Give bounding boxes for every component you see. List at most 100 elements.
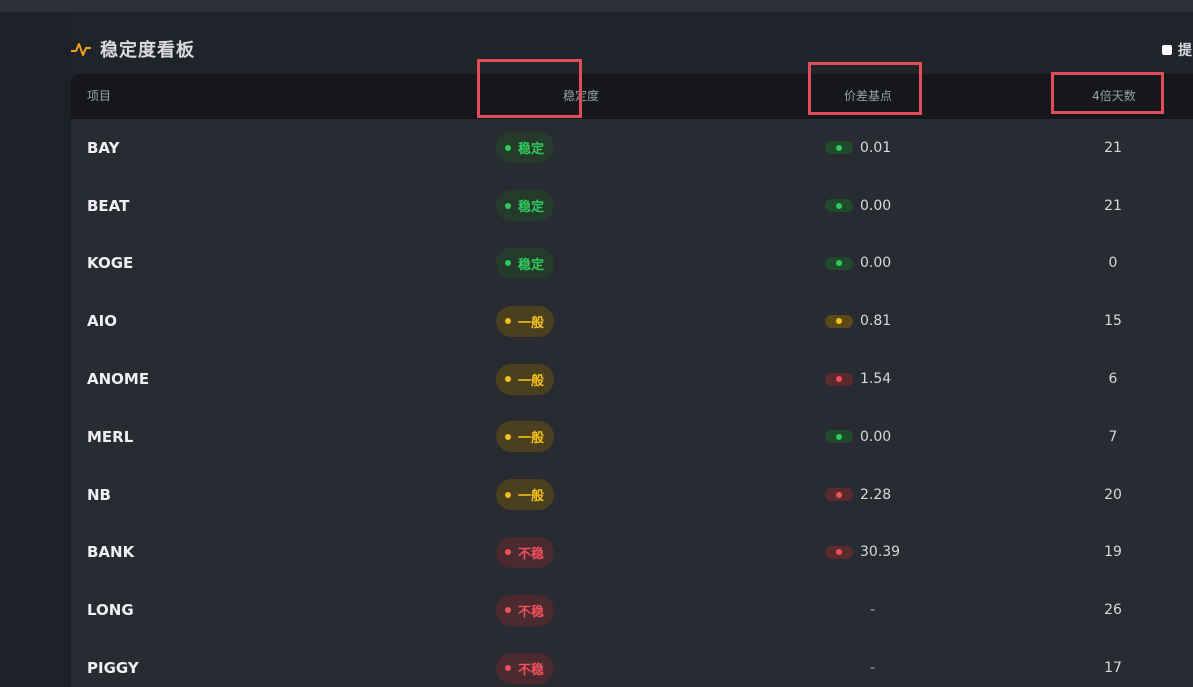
stability-cell: 一般 — [493, 408, 557, 466]
table-row[interactable]: BANK 不稳 30.39 19 — [71, 524, 1193, 582]
days-value: 21 — [1104, 139, 1122, 156]
spread-value: 2.28 — [860, 486, 892, 503]
stability-badge: 稳定 — [495, 247, 554, 279]
board-title: 稳定度看板 — [100, 40, 195, 61]
days-value: 6 — [1108, 371, 1118, 388]
spread-value: 0.00 — [860, 197, 892, 214]
stability-cell: 一般 — [493, 292, 557, 350]
project-name: MERL — [87, 427, 134, 446]
stability-badge: 稳定 — [495, 132, 554, 164]
stability-badge: 一般 — [495, 479, 554, 511]
days-value: 19 — [1104, 544, 1122, 561]
stability-cell: 不稳 — [493, 524, 557, 582]
spread-cell: 0.81 — [825, 292, 935, 350]
left-gutter — [0, 12, 71, 687]
status-dot-icon — [836, 549, 842, 556]
table-row[interactable]: MERL 一般 0.00 7 — [71, 408, 1193, 466]
spread-cell: 1.54 — [825, 350, 935, 408]
status-dot-icon — [504, 607, 511, 614]
stability-cell: 不稳 — [493, 639, 557, 687]
project-name: PIGGY — [87, 659, 139, 678]
table-row[interactable]: PIGGY 不稳 - 17 — [71, 639, 1193, 687]
project-name: LONG — [87, 601, 134, 620]
stability-cell: 稳定 — [493, 235, 557, 293]
table-row[interactable]: BAY 稳定 0.01 21 — [71, 119, 1193, 177]
column-header-stability[interactable]: 稳定度 — [526, 74, 636, 119]
stability-badge: 稳定 — [495, 190, 554, 222]
status-dot-icon — [504, 433, 511, 440]
days-value: 20 — [1104, 486, 1122, 503]
stability-badge: 不稳 — [495, 652, 554, 684]
spread-value: - — [870, 660, 876, 677]
status-dot-icon — [836, 376, 842, 383]
board-header: 稳定度看板 — [71, 34, 195, 64]
spread-indicator-icon — [825, 372, 853, 386]
top-bar — [0, 0, 1193, 12]
status-dot-icon — [504, 318, 511, 325]
hide-toggle-label: 提 — [1178, 43, 1192, 59]
days-value: 26 — [1104, 602, 1122, 619]
status-dot-icon — [504, 376, 511, 383]
column-header-spread[interactable]: 价差基点 — [808, 74, 928, 119]
pulse-icon — [71, 43, 91, 56]
spread-value: 1.54 — [860, 371, 892, 388]
days-value: 17 — [1104, 660, 1122, 677]
spread-value: - — [870, 602, 876, 619]
stability-label: 不稳 — [517, 662, 544, 678]
status-dot-icon — [836, 260, 842, 267]
days-value: 21 — [1104, 197, 1122, 214]
project-name: AIO — [87, 312, 117, 331]
stability-cell: 稳定 — [493, 177, 557, 235]
spread-cell: - — [825, 581, 935, 639]
spread-indicator-icon — [825, 256, 853, 270]
spread-value: 0.01 — [860, 139, 892, 156]
stability-table: 项目 稳定度 价差基点 4倍天数 BAY 稳定 0.01 21 BEAT 稳定 0.00 21… — [71, 74, 1193, 687]
project-name: ANOME — [87, 370, 150, 389]
days-value: 15 — [1104, 313, 1122, 330]
stability-label: 一般 — [517, 431, 544, 447]
spread-cell: - — [825, 639, 935, 687]
status-dot-icon — [504, 260, 511, 267]
stability-badge: 不稳 — [495, 594, 554, 626]
spread-cell: 0.00 — [825, 177, 935, 235]
spread-value: 0.00 — [860, 255, 892, 272]
stability-label: 一般 — [517, 373, 544, 389]
spread-cell: 2.28 — [825, 466, 935, 524]
column-header-4x-days[interactable]: 4倍天数 — [1049, 74, 1179, 119]
stability-label: 一般 — [517, 315, 544, 331]
status-dot-icon — [836, 491, 842, 498]
status-dot-icon — [504, 202, 511, 209]
stability-cell: 稳定 — [493, 119, 557, 177]
spread-cell: 30.39 — [825, 524, 935, 582]
status-dot-icon — [504, 491, 511, 498]
spread-cell: 0.00 — [825, 408, 935, 466]
table-row[interactable]: BEAT 稳定 0.00 21 — [71, 177, 1193, 235]
status-dot-icon — [504, 665, 511, 672]
spread-indicator-icon — [825, 141, 853, 155]
spread-indicator-icon — [825, 199, 853, 213]
project-name: BANK — [87, 543, 135, 562]
stability-badge: 一般 — [495, 363, 554, 395]
table-row[interactable]: LONG 不稳 - 26 — [71, 581, 1193, 639]
spread-value: 30.39 — [860, 544, 901, 561]
status-dot-icon — [836, 433, 842, 440]
spread-indicator-icon — [825, 314, 853, 328]
stability-badge: 不稳 — [495, 536, 554, 568]
spread-value: 0.00 — [860, 428, 892, 445]
table-row[interactable]: AIO 一般 0.81 15 — [71, 292, 1193, 350]
table-row[interactable]: KOGE 稳定 0.00 0 — [71, 235, 1193, 293]
status-dot-icon — [504, 549, 511, 556]
project-name: BAY — [87, 138, 120, 157]
stability-label: 不稳 — [517, 546, 544, 562]
hide-toggle[interactable]: 提 — [1162, 40, 1192, 60]
column-header-project[interactable]: 项目 — [87, 74, 111, 119]
table-row[interactable]: ANOME 一般 1.54 6 — [71, 350, 1193, 408]
status-dot-icon — [836, 202, 842, 209]
status-dot-icon — [836, 318, 842, 325]
stability-cell: 一般 — [493, 466, 557, 524]
project-name: KOGE — [87, 254, 134, 273]
spread-cell: 0.01 — [825, 119, 935, 177]
table-row[interactable]: NB 一般 2.28 20 — [71, 466, 1193, 524]
hide-checkbox[interactable] — [1162, 45, 1172, 55]
spread-indicator-icon — [825, 488, 853, 502]
